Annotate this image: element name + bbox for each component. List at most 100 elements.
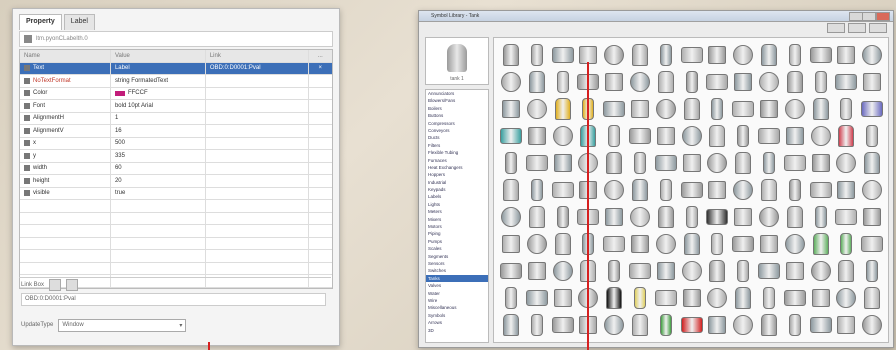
tank-symbol-icon[interactable] xyxy=(681,261,702,281)
tank-symbol-icon[interactable] xyxy=(737,125,750,147)
category-item[interactable]: Wire xyxy=(426,297,488,304)
tank-symbol-icon[interactable] xyxy=(862,180,883,200)
property-value[interactable]: 20 xyxy=(109,175,205,187)
category-item[interactable]: Pumps xyxy=(426,238,488,245)
tank-symbol-icon[interactable] xyxy=(835,74,858,90)
tank-symbol-icon[interactable] xyxy=(604,45,625,65)
tank-symbol-icon[interactable] xyxy=(528,206,545,228)
col-value[interactable]: Value xyxy=(109,50,205,62)
property-value[interactable]: 500 xyxy=(109,137,205,149)
tank-symbol-icon[interactable] xyxy=(708,46,727,64)
tank-symbol-icon[interactable] xyxy=(603,236,626,252)
tank-symbol-icon[interactable] xyxy=(836,153,857,173)
tank-symbol-icon[interactable] xyxy=(556,71,569,93)
property-row[interactable]: y 335 xyxy=(20,150,332,163)
close-button[interactable] xyxy=(876,12,890,21)
property-extra[interactable] xyxy=(307,112,332,124)
category-item[interactable]: Annunciators xyxy=(426,90,488,97)
property-extra[interactable] xyxy=(307,137,332,149)
property-row[interactable]: Font bold 10pt Arial xyxy=(20,100,332,113)
tank-symbol-icon[interactable] xyxy=(632,314,648,336)
tank-symbol-icon[interactable] xyxy=(706,74,729,90)
tank-symbol-icon[interactable] xyxy=(527,262,546,280)
tank-symbol-icon[interactable] xyxy=(760,235,778,253)
property-link[interactable] xyxy=(204,112,308,124)
property-link[interactable] xyxy=(204,137,308,149)
tank-symbol-icon[interactable] xyxy=(553,289,572,307)
tank-symbol-icon[interactable] xyxy=(656,262,675,280)
category-item[interactable]: Arrows xyxy=(426,319,488,326)
tank-symbol-icon[interactable] xyxy=(711,98,724,120)
property-extra[interactable] xyxy=(307,75,332,87)
tank-symbol-icon[interactable] xyxy=(608,125,621,147)
tank-symbol-icon[interactable] xyxy=(737,260,750,282)
tank-symbol-icon[interactable] xyxy=(812,233,829,255)
link-add-button[interactable] xyxy=(49,279,62,291)
category-item[interactable]: Filters xyxy=(426,142,488,149)
tank-symbol-icon[interactable] xyxy=(707,153,728,173)
category-item[interactable]: Flexible Tubing xyxy=(426,149,488,156)
tank-symbol-icon[interactable] xyxy=(733,180,754,200)
category-item[interactable]: Mixers xyxy=(426,216,488,223)
tank-symbol-icon[interactable] xyxy=(836,288,857,308)
category-item[interactable]: Conveyors xyxy=(426,127,488,134)
tank-symbol-icon[interactable] xyxy=(659,44,672,66)
tank-symbol-icon[interactable] xyxy=(733,45,754,65)
property-value[interactable]: Label xyxy=(109,62,205,74)
tank-symbol-icon[interactable] xyxy=(556,206,569,228)
property-link[interactable] xyxy=(204,125,308,137)
tank-symbol-icon[interactable] xyxy=(812,98,829,120)
tank-symbol-icon[interactable] xyxy=(760,100,778,118)
tank-symbol-icon[interactable] xyxy=(530,314,543,336)
category-item[interactable]: Water xyxy=(426,290,488,297)
category-item[interactable]: Industrial xyxy=(426,179,488,186)
tank-symbol-icon[interactable] xyxy=(657,206,674,228)
tank-symbol-icon[interactable] xyxy=(530,44,543,66)
tank-symbol-icon[interactable] xyxy=(809,317,832,333)
property-row[interactable]: x 500 xyxy=(20,137,332,150)
property-link[interactable]: OBD:0:D0001:Pval xyxy=(204,62,308,74)
tank-symbol-icon[interactable] xyxy=(551,182,574,198)
tank-symbol-icon[interactable] xyxy=(606,287,623,309)
tank-symbol-icon[interactable] xyxy=(629,263,651,279)
tab-label[interactable]: Label xyxy=(63,14,95,30)
property-extra[interactable] xyxy=(307,150,332,162)
tank-symbol-icon[interactable] xyxy=(655,99,676,119)
tank-symbol-icon[interactable] xyxy=(681,126,702,146)
property-link[interactable] xyxy=(204,162,308,174)
tank-symbol-icon[interactable] xyxy=(763,152,775,174)
tank-symbol-icon[interactable] xyxy=(608,260,621,282)
tank-symbol-icon[interactable] xyxy=(630,207,650,227)
tank-symbol-icon[interactable] xyxy=(863,73,882,91)
tank-symbol-icon[interactable] xyxy=(682,289,701,307)
link-browse-button[interactable] xyxy=(66,279,79,291)
tank-symbol-icon[interactable] xyxy=(784,234,805,254)
tank-symbol-icon[interactable] xyxy=(735,287,752,309)
category-item[interactable]: Furnaces xyxy=(426,157,488,164)
tank-symbol-icon[interactable] xyxy=(527,127,546,145)
property-row[interactable]: visible true xyxy=(20,187,332,200)
tank-symbol-icon[interactable] xyxy=(862,315,883,335)
property-value[interactable]: FFCCF xyxy=(109,87,205,99)
tank-symbol-icon[interactable] xyxy=(734,208,753,226)
tank-symbol-icon[interactable] xyxy=(735,152,752,174)
tank-symbol-icon[interactable] xyxy=(862,45,883,65)
tank-symbol-icon[interactable] xyxy=(632,179,648,201)
property-extra[interactable] xyxy=(307,162,332,174)
tank-symbol-icon[interactable] xyxy=(732,101,755,117)
tank-symbol-icon[interactable] xyxy=(554,98,571,120)
category-item[interactable]: Keypads xyxy=(426,186,488,193)
property-extra[interactable] xyxy=(307,187,332,199)
tank-symbol-icon[interactable] xyxy=(759,72,779,92)
tank-symbol-icon[interactable] xyxy=(683,98,700,120)
tank-symbol-icon[interactable] xyxy=(604,180,625,200)
property-row[interactable]: Color FFCCF xyxy=(20,87,332,100)
category-item[interactable]: Hoppers xyxy=(426,171,488,178)
tank-symbol-icon[interactable] xyxy=(837,46,856,64)
category-item[interactable]: Lights xyxy=(426,201,488,208)
tank-symbol-icon[interactable] xyxy=(814,71,827,93)
tank-symbol-icon[interactable] xyxy=(814,206,827,228)
property-link[interactable] xyxy=(204,100,308,112)
tank-symbol-icon[interactable] xyxy=(810,261,831,281)
category-item[interactable]: Compressors xyxy=(426,120,488,127)
